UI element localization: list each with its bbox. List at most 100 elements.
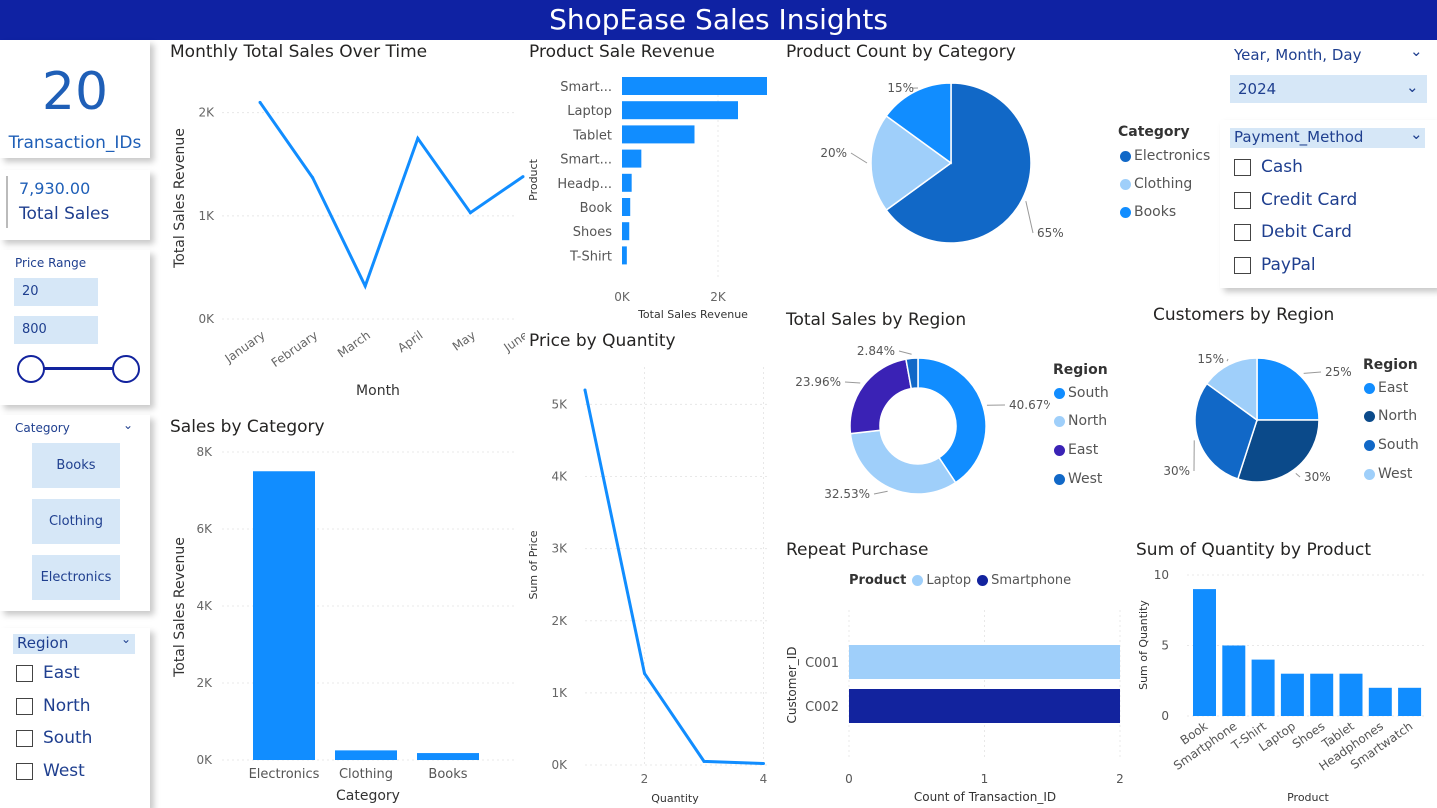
x-tick-label: 2K: [710, 290, 727, 304]
product-count-pie-chart: 65% 20% 15%: [820, 81, 1064, 244]
product-count-title: Product Count by Category: [786, 42, 1016, 62]
y-tick-label: C002: [805, 700, 839, 715]
price-max-input[interactable]: 800: [14, 316, 98, 344]
y-axis-title: Product: [527, 158, 540, 200]
price-quantity-line: [583, 389, 764, 766]
category-tile-electronics[interactable]: Electronics: [32, 555, 120, 600]
category-tile-clothing[interactable]: Clothing: [32, 499, 120, 544]
bar: [1368, 687, 1392, 716]
y-tick-label: 8K: [196, 445, 213, 459]
date-slicer: Year, Month, Day ⌄ 2024 ⌄: [1220, 40, 1437, 112]
checkbox[interactable]: [16, 664, 33, 682]
checkbox[interactable]: [16, 697, 33, 715]
region-option-west[interactable]: West: [16, 761, 85, 781]
legend-item-electronics: Electronics: [1120, 148, 1210, 164]
data-label: 30%: [1163, 464, 1190, 478]
legend-label: Laptop: [926, 573, 972, 588]
monthly-sales-line: [258, 101, 524, 290]
bar: [622, 246, 627, 265]
data-point: [702, 759, 706, 763]
repeat-legend: Product Laptop Smartphone: [849, 573, 1071, 588]
y-axis-title: Total Sales Revenue: [172, 537, 188, 678]
price-min-input[interactable]: 20: [14, 278, 98, 306]
chevron-down-icon[interactable]: ⌄: [1406, 78, 1419, 96]
y-tick-label: C001: [805, 656, 839, 671]
chevron-down-icon[interactable]: ⌄: [123, 418, 133, 432]
bar: [417, 753, 479, 760]
legend-dot: [1364, 439, 1375, 451]
dashboard-title: ShopEase Sales Insights: [0, 0, 1437, 40]
quantity-product-title: Sum of Quantity by Product: [1136, 540, 1371, 560]
legend-dot: [1120, 206, 1131, 218]
y-tick-label: 2K: [198, 106, 215, 120]
payment-slicer-header[interactable]: Payment_Method: [1230, 128, 1425, 148]
x-tick-label: 1: [981, 772, 989, 786]
y-tick-label: 0: [1161, 709, 1169, 723]
checkbox[interactable]: [1234, 158, 1251, 176]
y-tick-label: Headp...: [557, 177, 612, 192]
legend-item-east: East: [1364, 380, 1408, 396]
legend-dot: [1364, 410, 1375, 422]
product-revenue-bar-chart: Smart... Laptop Tablet Smart... Headp... Book…: [527, 77, 767, 321]
customers-region-pie-chart: 25% 30% 30% 15%: [1163, 352, 1351, 484]
repeat-purchase-title: Repeat Purchase: [786, 540, 929, 560]
date-year-dropdown[interactable]: 2024: [1230, 75, 1427, 103]
customer-region-legend-title: Region: [1363, 357, 1418, 373]
legend-label: Electronics: [1134, 148, 1211, 164]
legend-item-south: South: [1054, 385, 1109, 401]
y-tick-label: 1K: [551, 686, 568, 700]
bar: [1310, 673, 1334, 716]
payment-option-label: Debit Card: [1261, 222, 1352, 242]
region-slicer-header[interactable]: Region: [13, 634, 135, 654]
bar: [1398, 687, 1422, 716]
checkbox[interactable]: [16, 729, 33, 747]
y-tick-label: 0K: [196, 753, 213, 767]
region-option-north[interactable]: North: [16, 696, 91, 716]
chevron-down-icon[interactable]: ⌄: [121, 632, 131, 646]
payment-option-label: PayPal: [1261, 255, 1316, 275]
payment-option-credit-card[interactable]: Credit Card: [1234, 190, 1357, 210]
pie-slice: [849, 429, 957, 495]
data-point: [643, 671, 646, 675]
category-tile-books[interactable]: Books: [32, 443, 120, 488]
data-point: [258, 100, 262, 104]
payment-option-cash[interactable]: Cash: [1234, 157, 1303, 177]
payment-option-paypal[interactable]: PayPal: [1234, 255, 1316, 275]
payment-option-debit-card[interactable]: Debit Card: [1234, 222, 1352, 242]
legend-dot: [1364, 468, 1375, 480]
y-tick-label: T-Shirt: [569, 249, 612, 264]
sales-category-title: Sales by Category: [170, 417, 325, 437]
bar: [335, 750, 397, 760]
transactions-kpi-label: Transaction_IDs: [8, 133, 142, 153]
checkbox[interactable]: [16, 762, 33, 780]
legend-item-books: Books: [1120, 204, 1176, 220]
price-range-slicer: Price Range 20 800: [0, 250, 150, 405]
legend-label: Clothing: [1134, 176, 1193, 192]
checkbox[interactable]: [1234, 223, 1251, 241]
x-tick-label: April: [395, 328, 426, 355]
legend-dot: [1120, 150, 1131, 162]
region-option-south[interactable]: South: [16, 728, 92, 748]
data-label: 20%: [820, 146, 847, 160]
checkbox[interactable]: [1234, 191, 1251, 209]
category-slicer-label: Category: [15, 421, 70, 435]
price-slider-min-handle[interactable]: [17, 355, 45, 383]
leader-line: [1025, 201, 1034, 234]
product-revenue-title: Product Sale Revenue: [529, 42, 715, 62]
price-quantity-line-chart: 0K 1K 2K 3K 4K 5K 2 4 Quantity Sum of Price: [527, 367, 770, 805]
leader-line: [898, 350, 912, 355]
y-tick-label: Laptop: [567, 104, 612, 119]
chevron-down-icon[interactable]: ⌄: [1410, 42, 1423, 60]
x-tick-label: 2: [641, 772, 649, 786]
region-option-east[interactable]: East: [16, 663, 80, 683]
data-point: [311, 176, 315, 180]
x-axis-title: Count of Transaction_ID: [914, 790, 1056, 804]
price-slider-max-handle[interactable]: [112, 355, 140, 383]
data-point: [416, 136, 420, 140]
y-tick-label: Smart...: [560, 153, 612, 168]
checkbox[interactable]: [1234, 256, 1251, 274]
quantity-product-bar-chart: 0510BookSmartphoneT-ShirtLaptopShoesTabl…: [1137, 568, 1427, 804]
chevron-down-icon[interactable]: ⌄: [1410, 125, 1423, 143]
payment-method-slicer: Payment_Method ⌄ Cash Credit Card Debit …: [1220, 120, 1437, 288]
kpi-accent-bar: [6, 176, 8, 228]
